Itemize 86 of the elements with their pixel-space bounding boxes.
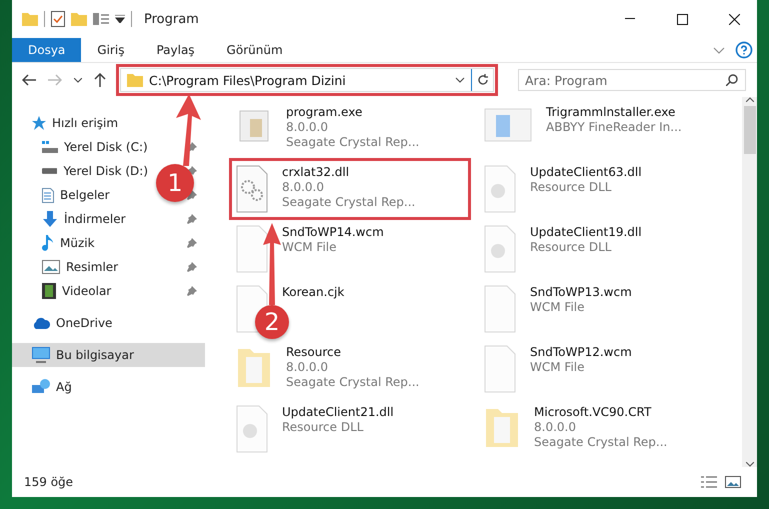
nav-item[interactable]: Yerel Disk (C:) <box>12 135 152 159</box>
file-detail: Seagate Crystal Rep... <box>286 375 420 390</box>
ribbon-tab[interactable]: Giriş <box>81 38 140 62</box>
window-title: Program <box>144 12 200 26</box>
dropdown-icon <box>115 15 125 23</box>
picture-icon <box>725 476 741 488</box>
file-detail: Seagate Crystal Rep... <box>282 195 416 210</box>
nav-item[interactable]: Belgeler <box>12 183 152 207</box>
video-icon <box>42 283 56 299</box>
nav-item[interactable]: Ağ <box>12 375 205 399</box>
document-icon <box>42 188 54 202</box>
view-list-icon <box>93 13 109 25</box>
network-icon <box>32 379 50 395</box>
file-detail: Resource DLL <box>282 420 364 435</box>
help-icon[interactable] <box>735 41 753 59</box>
file-name[interactable]: Trigrammlnstaller.exe <box>546 105 682 120</box>
nav-item[interactable]: Videolar <box>12 279 152 303</box>
ribbon-tab[interactable]: Dosya <box>12 38 82 62</box>
nav-item[interactable]: Resimler <box>12 255 152 279</box>
file-detail: WCM File <box>530 360 586 375</box>
download-icon <box>42 211 58 227</box>
forward-arrow-icon <box>48 74 62 86</box>
folder-icon <box>22 12 38 26</box>
scroll-down-icon <box>746 462 754 467</box>
file-detail: WCM File <box>282 240 338 255</box>
file-name[interactable]: crxlat32.dll <box>282 165 416 180</box>
file-detail: ABBYY FineReader In... <box>546 120 682 135</box>
back-arrow-icon <box>22 74 36 86</box>
file-detail: Seagate Crystal Rep... <box>286 135 420 150</box>
ribbon-tab[interactable]: Paylaş <box>140 38 211 62</box>
properties-icon <box>51 11 65 27</box>
music-icon <box>42 235 54 251</box>
refresh-icon <box>476 74 488 86</box>
folder-icon <box>127 73 143 87</box>
pin-icon[interactable] <box>187 214 197 224</box>
file-name[interactable]: Resource <box>286 345 420 360</box>
nav-item[interactable]: Hızlı erişim <box>12 111 205 135</box>
close-icon <box>728 14 740 24</box>
file-name[interactable]: SndToWP12.wcm <box>530 345 632 360</box>
file-detail: 8.0.0.0 <box>286 120 329 135</box>
file-name[interactable]: Korean.cjk <box>282 285 344 300</box>
file-tile[interactable]: crxlat32.dll 8.0.0.0 Seagate Crystal Rep... <box>232 161 468 217</box>
file-name[interactable]: UpdateClient21.dll <box>282 405 394 420</box>
drive-icon <box>42 168 58 174</box>
file-name[interactable]: UpdateClient63.dll <box>530 165 642 180</box>
scrollbar[interactable] <box>742 97 757 467</box>
chevron-down-icon <box>713 46 725 54</box>
item-count: 159 öğe <box>24 475 74 489</box>
chevron-down-icon <box>455 77 465 83</box>
star-icon <box>32 116 46 130</box>
search-field[interactable]: Ara: Program <box>518 69 746 91</box>
file-detail: Resource DLL <box>530 240 612 255</box>
drive-icon <box>42 141 58 153</box>
pin-icon[interactable] <box>187 262 197 272</box>
pin-icon[interactable] <box>187 286 197 296</box>
file-detail: 8.0.0.0 <box>534 420 577 435</box>
maximize-icon <box>676 14 688 24</box>
nav-item[interactable]: OneDrive <box>12 311 205 335</box>
ribbon-tab[interactable]: Görünüm <box>210 38 299 62</box>
file-name[interactable]: Microsoft.VC90.CRT <box>534 405 668 420</box>
step-number: 2 <box>255 305 289 339</box>
chevron-down-icon <box>74 78 82 82</box>
details-view-icon <box>701 476 717 488</box>
cloud-icon <box>32 317 50 329</box>
file-detail: Resource DLL <box>530 180 612 195</box>
file-detail: 8.0.0.0 <box>282 180 325 195</box>
minimize-icon <box>625 18 635 20</box>
scroll-up-icon <box>746 97 754 102</box>
pin-icon[interactable] <box>187 238 197 248</box>
file-name[interactable]: SndToWP14.wcm <box>282 225 384 240</box>
nav-item[interactable]: Müzik <box>12 231 152 255</box>
nav-item[interactable]: Yerel Disk (D:) <box>12 159 152 183</box>
scrollbar-thumb[interactable] <box>744 106 756 154</box>
file-detail: Seagate Crystal Rep... <box>534 435 668 450</box>
nav-item[interactable]: İndirmeler <box>12 207 152 231</box>
step-number: 1 <box>156 164 194 202</box>
file-name[interactable]: UpdateClient19.dll <box>530 225 642 240</box>
nav-item[interactable]: Bu bilgisayar <box>12 343 205 367</box>
file-detail: WCM File <box>530 300 586 315</box>
picture-icon <box>42 260 60 274</box>
file-detail: 8.0.0.0 <box>286 360 329 375</box>
computer-icon <box>32 347 50 363</box>
up-arrow-icon <box>94 73 106 87</box>
new-folder-icon <box>71 12 87 26</box>
file-name[interactable]: program.exe <box>286 105 420 120</box>
file-name[interactable]: SndToWP13.wcm <box>530 285 632 300</box>
